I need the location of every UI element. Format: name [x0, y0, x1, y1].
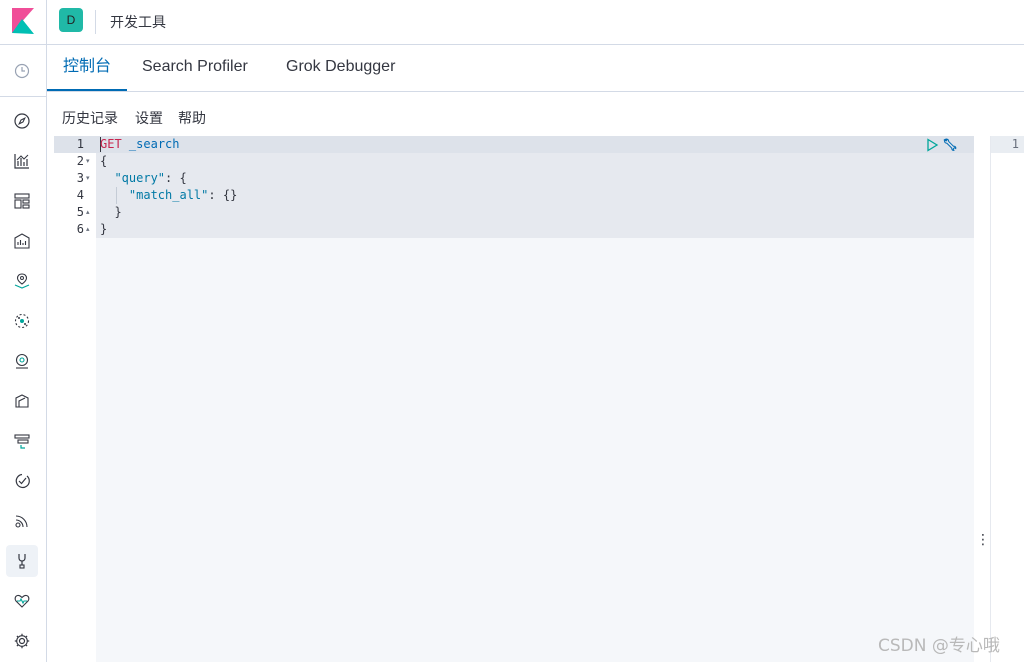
nav-discover[interactable] [6, 105, 38, 137]
nav-apm[interactable] [6, 425, 38, 457]
active-line-highlight [54, 136, 974, 153]
json-punctuation: } [114, 205, 122, 219]
code-line-6: } [100, 222, 108, 236]
nav-management[interactable] [6, 625, 38, 657]
fold-toggle[interactable]: ▴ [86, 204, 90, 221]
siem-icon [15, 515, 28, 528]
request-path: _search [128, 137, 180, 151]
panel-resizer[interactable] [976, 136, 988, 662]
code-line-4: "match_all": {} [100, 187, 237, 204]
dev-tools-tabs: 控制台 Search Profiler Grok Debugger [47, 45, 1024, 92]
nav-canvas[interactable] [6, 225, 38, 257]
maps-icon [14, 273, 30, 289]
recently-viewed-button[interactable] [6, 55, 38, 87]
json-key: "match_all" [128, 188, 209, 202]
nav-dev-tools[interactable] [6, 545, 38, 577]
code-line-3: "query": { [100, 170, 187, 187]
tab-search-profiler[interactable]: Search Profiler [126, 45, 264, 91]
clock-icon [14, 63, 30, 79]
nav-divider [0, 96, 46, 97]
gear-icon [14, 633, 30, 649]
fold-toggle[interactable]: ▾ [86, 170, 90, 187]
devtools-icon [18, 554, 26, 569]
infra-icon [15, 353, 29, 369]
fold-toggle[interactable]: ▾ [86, 153, 90, 170]
fold-toggle[interactable]: ▴ [86, 221, 90, 238]
json-punctuation: : {} [208, 188, 238, 202]
http-method: GET [100, 137, 122, 151]
monitoring-icon [14, 594, 30, 608]
request-options-button[interactable] [942, 137, 958, 153]
apm-icon [14, 434, 30, 449]
canvas-icon [14, 233, 30, 249]
nav-maps[interactable] [6, 265, 38, 297]
send-request-button[interactable] [924, 137, 940, 153]
json-key: "query" [114, 171, 166, 185]
play-icon [927, 138, 939, 152]
header-divider [95, 10, 96, 34]
header-divider [46, 0, 47, 44]
code-line-1: GET _search [100, 136, 180, 153]
line-number: 4 [76, 188, 84, 202]
line-number: 1 [76, 137, 84, 151]
tab-console[interactable]: 控制台 [47, 45, 127, 91]
uptime-icon [15, 473, 30, 488]
nav-visualize[interactable] [6, 145, 38, 177]
visualize-icon [14, 154, 29, 169]
history-link[interactable]: 历史记录 [62, 108, 118, 128]
tab-grok-debugger[interactable]: Grok Debugger [270, 45, 411, 91]
watermark: CSDN @专心哦 [878, 636, 1000, 656]
side-navigation [0, 45, 47, 662]
breadcrumb: 开发工具 [110, 14, 166, 30]
console-request-editor[interactable]: 1 2 3 4 5 6 ▾ ▾ ▴ ▴ GET _search { "query… [54, 136, 974, 662]
resizer-handle-icon[interactable]: ⋮ [976, 532, 990, 546]
logs-icon [15, 394, 29, 408]
compass-icon [14, 113, 30, 129]
line-number: 2 [76, 154, 84, 168]
ml-icon [14, 313, 30, 329]
nav-stack-monitoring[interactable] [6, 585, 38, 617]
line-number: 6 [76, 222, 84, 236]
wrench-icon [943, 138, 957, 151]
nav-machine-learning[interactable] [6, 305, 38, 337]
code-line-5: } [100, 204, 122, 221]
dashboard-icon [14, 193, 30, 209]
nav-uptime[interactable] [6, 465, 38, 497]
kibana-logo-icon[interactable] [12, 8, 34, 34]
code-line-2: { [100, 154, 108, 168]
output-line-number: 1 [1011, 137, 1019, 151]
json-punctuation: : { [165, 171, 187, 185]
console-output-panel[interactable]: 1 [990, 136, 1024, 662]
settings-link[interactable]: 设置 [135, 108, 163, 128]
line-number: 5 [76, 205, 84, 219]
nav-infrastructure[interactable] [6, 345, 38, 377]
nav-logs[interactable] [6, 385, 38, 417]
nav-siem[interactable] [6, 505, 38, 537]
space-avatar[interactable]: D [59, 8, 83, 32]
help-link[interactable]: 帮助 [178, 108, 206, 128]
header-bar: D 开发工具 [0, 0, 1024, 45]
line-number: 3 [76, 171, 84, 185]
nav-dashboard[interactable] [6, 185, 38, 217]
request-actions [924, 137, 964, 155]
